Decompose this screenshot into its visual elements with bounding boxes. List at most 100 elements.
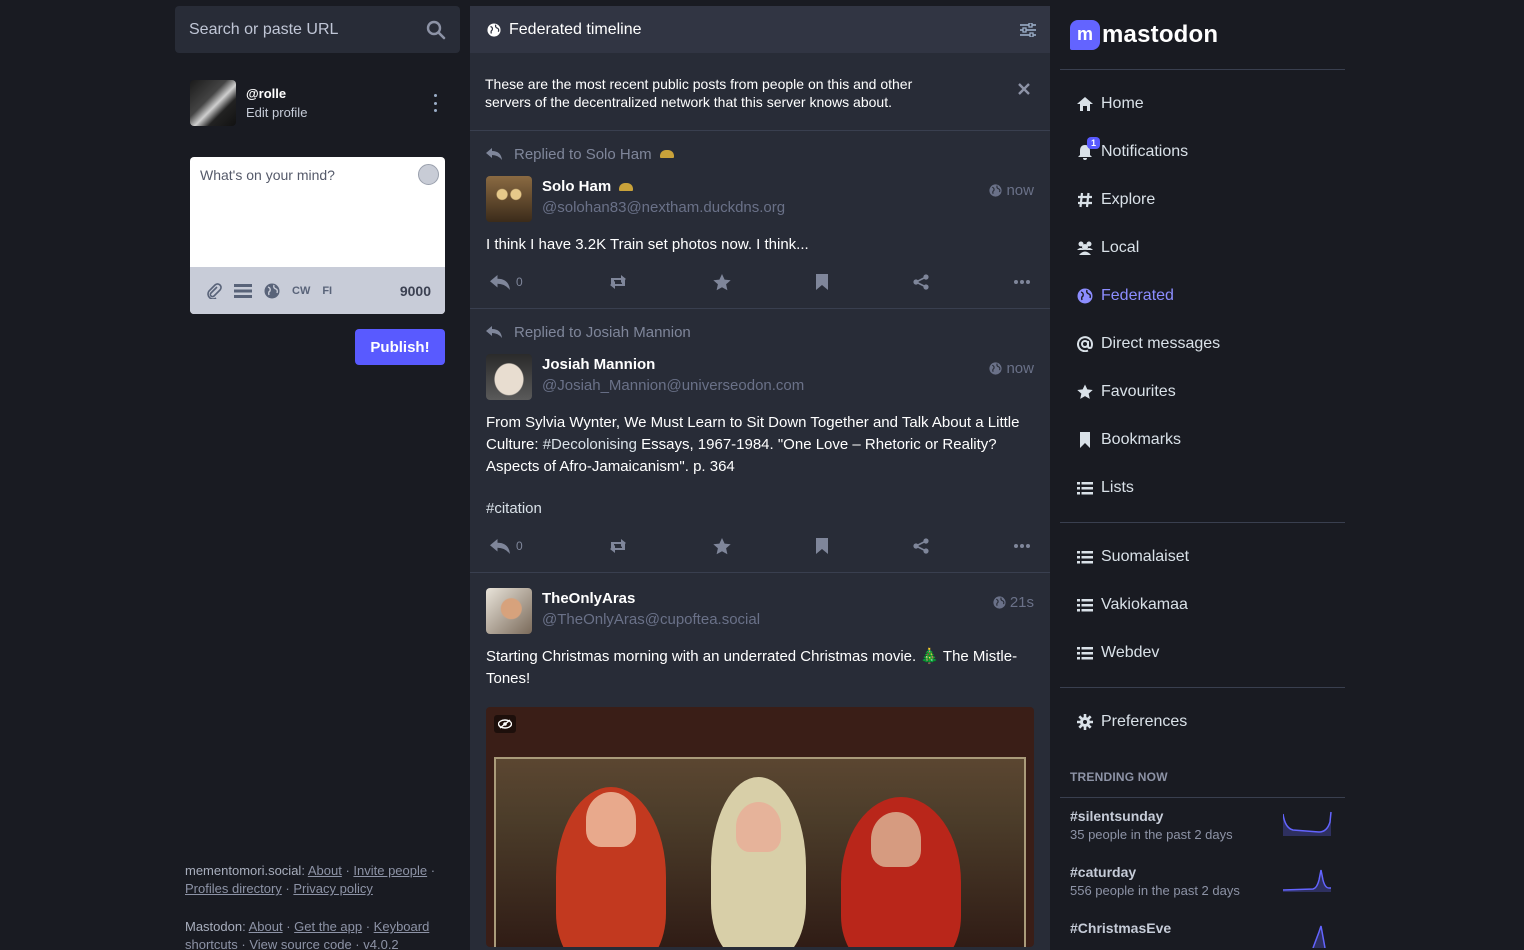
avatar[interactable] [486, 176, 532, 222]
timestamp[interactable]: now [1006, 360, 1034, 377]
globe-icon[interactable] [264, 283, 280, 299]
federated-timeline-column: Federated timeline These are the most re… [470, 6, 1050, 950]
search-icon[interactable] [426, 20, 446, 40]
character-counter: 9000 [399, 282, 431, 299]
status-actions: 0 [486, 520, 1034, 572]
privacy-policy-link[interactable]: Privacy policy [293, 881, 372, 896]
search-input[interactable] [189, 20, 426, 39]
reply-prepend: Replied to Solo Ham [486, 146, 1034, 163]
globe-icon [487, 22, 501, 37]
invite-people-link[interactable]: Invite people [353, 863, 427, 878]
view-source-link[interactable]: View source code [249, 937, 351, 950]
sliders-icon[interactable] [1020, 22, 1036, 37]
reply-count: 0 [516, 275, 523, 289]
close-icon[interactable] [1018, 83, 1030, 95]
nav-item-preferences[interactable]: Preferences [1060, 698, 1345, 746]
compose-textarea[interactable] [200, 167, 435, 257]
hashtag-link[interactable]: #citation [486, 500, 542, 517]
nav-label: Favourites [1101, 383, 1176, 400]
mastodon-logo-icon: m [1070, 19, 1100, 50]
more-icon[interactable] [1014, 544, 1030, 548]
kebab-menu-icon[interactable] [432, 94, 438, 112]
nav-item-lists[interactable]: Lists [1060, 464, 1345, 512]
media-attachment[interactable] [486, 707, 1034, 947]
reply-icon [486, 326, 502, 338]
edit-profile-link[interactable]: Edit profile [246, 105, 307, 120]
paperclip-icon[interactable] [206, 282, 222, 299]
emoji-picker-icon[interactable] [418, 164, 439, 185]
bookmark-icon[interactable] [815, 274, 828, 290]
share-icon[interactable] [913, 538, 929, 554]
avatar[interactable] [486, 588, 532, 634]
hide-media-icon[interactable] [494, 715, 516, 733]
at-icon [1077, 336, 1093, 352]
trending-hashtag[interactable]: #ChristmasEve [1060, 910, 1345, 950]
divider [1060, 687, 1345, 688]
star-icon[interactable] [713, 273, 731, 291]
status-post[interactable]: Replied to Solo Ham Solo Ham @solohan83@… [470, 131, 1050, 309]
language-button[interactable]: FI [322, 285, 332, 297]
nav-item-list-webdev[interactable]: Webdev [1060, 629, 1345, 677]
poll-icon[interactable] [234, 283, 252, 298]
navigation-column: m mastodon Home 1 Notifications Explore L… [1060, 0, 1345, 950]
list-icon [1077, 599, 1093, 612]
publish-button[interactable]: Publish! [355, 329, 445, 365]
account-handle[interactable]: @TheOnlyAras@cupoftea.social [542, 611, 760, 628]
account-handle[interactable]: @rolle [246, 86, 307, 101]
nav-label: Webdev [1101, 644, 1160, 661]
about-link[interactable]: About [308, 863, 342, 878]
boost-icon[interactable] [608, 539, 628, 553]
display-name[interactable]: TheOnlyAras [542, 590, 635, 607]
status-content: From Sylvia Wynter, We Must Learn to Sit… [486, 412, 1034, 520]
nav-label: Notifications [1101, 143, 1189, 160]
notification-badge: 1 [1087, 137, 1101, 149]
bookmark-icon[interactable] [815, 538, 828, 554]
explainer-text: These are the most recent public posts f… [485, 76, 913, 110]
trending-hashtag[interactable]: #silentsunday 35 people in the past 2 da… [1060, 798, 1345, 854]
nav-item-list-suomalaiset[interactable]: Suomalaiset [1060, 533, 1345, 581]
account-handle[interactable]: @Josiah_Mannion@universeodon.com [542, 377, 804, 394]
display-name[interactable]: Josiah Mannion [542, 356, 655, 373]
nav-item-notifications[interactable]: 1 Notifications [1060, 128, 1345, 176]
sparkline [1283, 869, 1331, 892]
profiles-directory-link[interactable]: Profiles directory [185, 881, 282, 896]
nav-item-local[interactable]: Local [1060, 224, 1345, 272]
mastodon-about-link[interactable]: About [249, 919, 283, 934]
nav-label: Direct messages [1101, 335, 1221, 352]
reply-prepend-text[interactable]: Replied to Josiah Mannion [514, 324, 691, 341]
trending-hashtag[interactable]: #caturday 556 people in the past 2 days [1060, 854, 1345, 910]
nav-item-favourites[interactable]: Favourites [1060, 368, 1345, 416]
status-post[interactable]: TheOnlyAras @TheOnlyAras@cupoftea.social… [470, 573, 1050, 947]
boost-icon[interactable] [608, 275, 628, 289]
share-icon[interactable] [913, 274, 929, 290]
timeline-explainer: These are the most recent public posts f… [470, 53, 1050, 131]
timestamp[interactable]: 21s [1010, 594, 1034, 611]
nav-item-home[interactable]: Home [1060, 80, 1345, 128]
star-icon[interactable] [713, 537, 731, 555]
nav-label: Preferences [1101, 713, 1188, 730]
mastodon-logo[interactable]: m mastodon [1060, 0, 1345, 70]
nav-item-direct-messages[interactable]: Direct messages [1060, 320, 1345, 368]
nav-item-explore[interactable]: Explore [1060, 176, 1345, 224]
status-text: I think I have 3.2K Train set photos now… [486, 236, 809, 253]
version-label: v4.0.2 [363, 937, 399, 950]
reply-button[interactable]: 0 [490, 274, 523, 290]
nav-item-federated[interactable]: Federated [1060, 272, 1345, 320]
avatar[interactable] [190, 80, 236, 126]
nav-item-bookmarks[interactable]: Bookmarks [1060, 416, 1345, 464]
reply-prepend-text[interactable]: Replied to Solo Ham [514, 146, 652, 163]
hashtag-link[interactable]: #Decolonising [543, 436, 637, 453]
status-actions: 0 [486, 256, 1034, 308]
list-icon [1077, 551, 1093, 564]
status-post[interactable]: Replied to Josiah Mannion Josiah Mannion… [470, 309, 1050, 573]
account-handle[interactable]: @solohan83@nextham.duckdns.org [542, 199, 785, 216]
more-icon[interactable] [1014, 280, 1030, 284]
avatar[interactable] [486, 354, 532, 400]
content-warning-button[interactable]: CW [292, 285, 310, 297]
nav-item-list-vakiokamaa[interactable]: Vakiokamaa [1060, 581, 1345, 629]
timestamp[interactable]: now [1006, 182, 1034, 199]
display-name[interactable]: Solo Ham [542, 178, 611, 195]
nav-label: Lists [1101, 479, 1134, 496]
get-app-link[interactable]: Get the app [294, 919, 362, 934]
reply-button[interactable]: 0 [490, 538, 523, 554]
